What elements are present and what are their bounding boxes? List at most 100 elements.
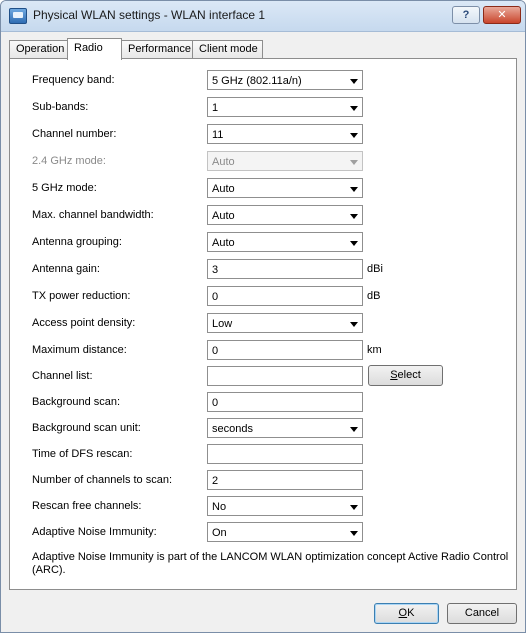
- time-of-dfs-rescan-label: Time of DFS rescan:: [32, 448, 133, 460]
- chevron-down-icon: [350, 531, 358, 536]
- ok-button-mnemonic: O: [398, 607, 408, 619]
- background-scan-unit-select[interactable]: seconds: [207, 418, 363, 438]
- ghz24-mode-row: 2.4 GHz mode: Auto: [10, 150, 516, 172]
- access-point-density-select[interactable]: Low: [207, 313, 363, 333]
- sub-bands-value: 1: [212, 102, 219, 114]
- background-scan-value: 0: [212, 397, 219, 409]
- background-scan-row: Background scan: 0: [10, 391, 516, 413]
- tab-operation[interactable]: Operation: [9, 40, 68, 59]
- channel-number-select[interactable]: 11: [207, 124, 363, 144]
- close-button[interactable]: ✕: [483, 6, 521, 24]
- max-channel-bandwidth-select[interactable]: Auto: [207, 205, 363, 225]
- frequency-band-select[interactable]: 5 GHz (802.11a/n): [207, 70, 363, 90]
- tx-power-reduction-input[interactable]: 0: [207, 286, 363, 306]
- antenna-gain-label: Antenna gain:: [32, 263, 100, 275]
- antenna-gain-row: Antenna gain: 3 dBi: [10, 258, 516, 280]
- chevron-down-icon: [350, 79, 358, 84]
- background-scan-label: Background scan:: [32, 396, 121, 408]
- ok-button[interactable]: OK: [374, 603, 439, 624]
- rescan-free-channels-row: Rescan free channels: No: [10, 495, 516, 517]
- antenna-gain-value: 3: [212, 264, 219, 276]
- adaptive-noise-immunity-label: Adaptive Noise Immunity:: [32, 526, 157, 538]
- max-channel-bandwidth-row: Max. channel bandwidth: Auto: [10, 204, 516, 226]
- antenna-grouping-label: Antenna grouping:: [32, 236, 122, 248]
- frequency-band-label: Frequency band:: [32, 74, 115, 86]
- title-bar[interactable]: Physical WLAN settings - WLAN interface …: [1, 1, 525, 32]
- access-point-density-value: Low: [212, 318, 233, 330]
- ghz24-mode-select: Auto: [207, 151, 363, 171]
- window-title: Physical WLAN settings - WLAN interface …: [33, 8, 266, 22]
- rescan-free-channels-label: Rescan free channels:: [32, 500, 142, 512]
- chevron-down-icon: [350, 106, 358, 111]
- channel-list-label: Channel list:: [32, 370, 93, 382]
- adaptive-noise-immunity-select[interactable]: On: [207, 522, 363, 542]
- tab-performance[interactable]: Performance: [121, 40, 193, 59]
- rescan-free-channels-select[interactable]: No: [207, 496, 363, 516]
- channel-number-value: 11: [212, 129, 224, 141]
- chevron-down-icon: [350, 214, 358, 219]
- dialog-window: Physical WLAN settings - WLAN interface …: [0, 0, 526, 633]
- tx-power-reduction-value: 0: [212, 291, 219, 303]
- ghz5-mode-label: 5 GHz mode:: [32, 182, 97, 194]
- antenna-gain-unit: dBi: [367, 263, 383, 275]
- maximum-distance-row: Maximum distance: 0 km: [10, 339, 516, 361]
- cancel-button[interactable]: Cancel: [447, 603, 517, 624]
- ghz5-mode-select[interactable]: Auto: [207, 178, 363, 198]
- chevron-down-icon: [350, 160, 358, 165]
- frequency-band-row: Frequency band: 5 GHz (802.11a/n): [10, 69, 516, 91]
- channel-number-label: Channel number:: [32, 128, 117, 140]
- channels-to-scan-label: Number of channels to scan:: [32, 474, 173, 486]
- sub-bands-label: Sub-bands:: [32, 101, 89, 113]
- select-button-label: elect: [397, 369, 421, 381]
- channels-to-scan-value: 2: [212, 475, 219, 487]
- rescan-free-channels-value: No: [212, 501, 227, 513]
- tx-power-reduction-row: TX power reduction: 0 dB: [10, 285, 516, 307]
- chevron-down-icon: [350, 133, 358, 138]
- sub-bands-row: Sub-bands: 1: [10, 96, 516, 118]
- max-channel-bandwidth-label: Max. channel bandwidth:: [32, 209, 154, 221]
- background-scan-unit-row: Background scan unit: seconds: [10, 417, 516, 439]
- chevron-down-icon: [350, 241, 358, 246]
- ghz5-mode-row: 5 GHz mode: Auto: [10, 177, 516, 199]
- tx-power-reduction-label: TX power reduction:: [32, 290, 131, 302]
- adaptive-noise-immunity-value: On: [212, 527, 227, 539]
- ok-button-label: K: [407, 607, 415, 619]
- tx-power-reduction-unit: dB: [367, 290, 381, 302]
- help-button[interactable]: ?: [452, 6, 480, 24]
- antenna-grouping-value: Auto: [212, 237, 235, 249]
- channels-to-scan-row: Number of channels to scan: 2: [10, 469, 516, 491]
- antenna-gain-input[interactable]: 3: [207, 259, 363, 279]
- sub-bands-select[interactable]: 1: [207, 97, 363, 117]
- background-scan-unit-value: seconds: [212, 423, 253, 435]
- time-of-dfs-rescan-input[interactable]: [207, 444, 363, 464]
- tab-client-mode[interactable]: Client mode: [192, 40, 263, 59]
- access-point-density-label: Access point density:: [32, 317, 136, 329]
- maximum-distance-input[interactable]: 0: [207, 340, 363, 360]
- background-scan-input[interactable]: 0: [207, 392, 363, 412]
- radio-tab-panel: Frequency band: 5 GHz (802.11a/n) Sub-ba…: [9, 58, 517, 590]
- channel-list-row: Channel list: Select: [10, 365, 516, 387]
- channel-number-row: Channel number: 11: [10, 123, 516, 145]
- select-button-mnemonic: S: [390, 369, 398, 381]
- max-channel-bandwidth-value: Auto: [212, 210, 235, 222]
- antenna-grouping-select[interactable]: Auto: [207, 232, 363, 252]
- channels-to-scan-input[interactable]: 2: [207, 470, 363, 490]
- background-scan-unit-label: Background scan unit:: [32, 422, 141, 434]
- arc-info-note: Adaptive Noise Immunity is part of the L…: [32, 551, 509, 576]
- chevron-down-icon: [350, 322, 358, 327]
- ghz24-mode-value: Auto: [212, 156, 235, 168]
- app-window-icon: [9, 8, 27, 24]
- tab-radio[interactable]: Radio: [67, 38, 122, 60]
- maximum-distance-label: Maximum distance:: [32, 344, 127, 356]
- antenna-grouping-row: Antenna grouping: Auto: [10, 231, 516, 253]
- maximum-distance-unit: km: [367, 344, 382, 356]
- access-point-density-row: Access point density: Low: [10, 312, 516, 334]
- ghz24-mode-label: 2.4 GHz mode:: [32, 155, 106, 167]
- select-channels-button[interactable]: Select: [368, 365, 443, 386]
- chevron-down-icon: [350, 187, 358, 192]
- maximum-distance-value: 0: [212, 345, 219, 357]
- chevron-down-icon: [350, 505, 358, 510]
- channel-list-input[interactable]: [207, 366, 363, 386]
- chevron-down-icon: [350, 427, 358, 432]
- time-of-dfs-rescan-row: Time of DFS rescan:: [10, 443, 516, 465]
